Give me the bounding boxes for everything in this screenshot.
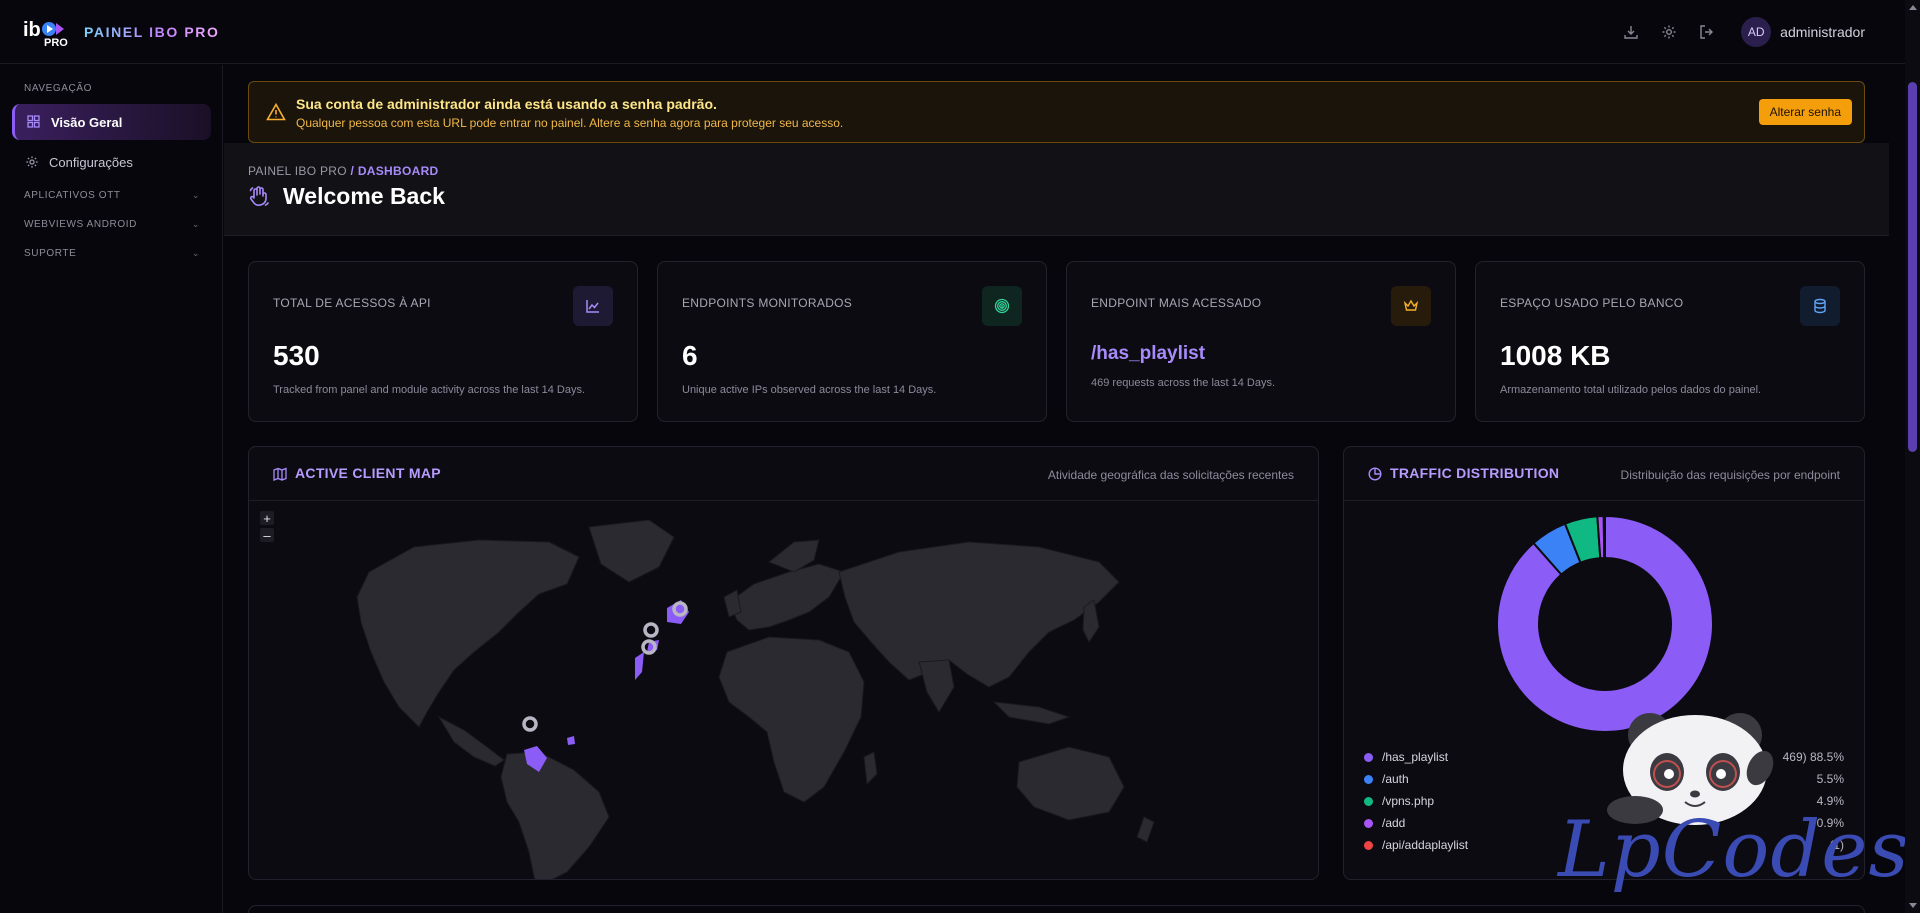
- traffic-donut-chart[interactable]: [1485, 504, 1725, 744]
- watermark-text: LpCodes: [1558, 805, 1910, 895]
- stat-label: ESPAÇO USADO PELO BANCO: [1500, 296, 1684, 310]
- database-icon: [1800, 286, 1840, 326]
- sidebar-item-overview[interactable]: Visão Geral: [12, 104, 211, 140]
- chevron-down-icon: ⌄: [191, 219, 200, 229]
- avatar[interactable]: AD: [1741, 17, 1772, 47]
- legend-swatch: [1364, 774, 1373, 784]
- logout-icon[interactable]: [1697, 22, 1717, 42]
- gear-icon: [25, 155, 39, 169]
- gear-icon[interactable]: [1659, 22, 1679, 42]
- username[interactable]: administrador: [1780, 24, 1865, 40]
- alert-message: Qualquer pessoa com esta URL pode entrar…: [296, 116, 844, 130]
- panel-title: ACTIVE CLIENT MAP: [295, 465, 441, 481]
- legend-label: /vpns.php: [1382, 794, 1435, 808]
- legend-label: /api/addaplaylist: [1382, 838, 1469, 852]
- welcome-header: PAINEL IBO PRO / DASHBOARD Welcome Back: [224, 143, 1889, 236]
- legend-label: /auth: [1382, 772, 1409, 786]
- legend-swatch: [1364, 796, 1373, 806]
- panel-subtitle: Distribuição das requisições por endpoin…: [1620, 468, 1840, 482]
- legend-swatch: [1364, 840, 1373, 850]
- stat-card-api-access: TOTAL DE ACESSOS À API 530 Tracked from …: [248, 261, 638, 422]
- sidebar-heading: NAVEGAÇÃO: [24, 83, 93, 94]
- stat-label: TOTAL DE ACESSOS À API: [273, 296, 431, 310]
- panel-title: TRAFFIC DISTRIBUTION: [1390, 465, 1560, 481]
- top-bar: ib PRO PAINEL IBO PRO AD administrador: [0, 0, 1905, 64]
- app-logo[interactable]: ib PRO: [22, 14, 72, 48]
- sidebar-group-webviews[interactable]: WEBVIEWS ANDROID ⌄: [24, 219, 200, 230]
- sidebar-item-label: Configurações: [49, 154, 133, 170]
- brand-name: PAINEL IBO PRO: [84, 24, 220, 40]
- waving-hand-icon: [249, 186, 269, 206]
- panel-header: ACTIVE CLIENT MAP Atividade geográfica d…: [249, 447, 1318, 501]
- sidebar: NAVEGAÇÃO Visão Geral Configurações APLI…: [0, 65, 223, 913]
- change-password-button[interactable]: Alterar senha: [1758, 99, 1852, 125]
- grid-icon: [27, 115, 41, 129]
- alert-title: Sua conta de administrador ainda está us…: [296, 96, 717, 112]
- chevron-down-icon: ⌄: [191, 248, 200, 258]
- scroll-up-arrow-icon[interactable]: [1909, 5, 1917, 10]
- stat-note: Unique active IPs observed across the la…: [682, 384, 937, 396]
- page-scrollbar[interactable]: [1905, 0, 1920, 913]
- legend-label: /add: [1382, 816, 1406, 830]
- sidebar-group-label: WEBVIEWS ANDROID: [24, 219, 137, 230]
- breadcrumb-root[interactable]: PAINEL IBO PRO: [248, 164, 347, 178]
- default-password-alert: Sua conta de administrador ainda está us…: [248, 81, 1865, 143]
- trend-icon: [573, 286, 613, 326]
- sidebar-item-label: Visão Geral: [51, 114, 123, 130]
- legend-label: /has_playlist: [1382, 750, 1449, 764]
- stat-value: 1008 KB: [1500, 340, 1611, 371]
- stat-label: ENDPOINT MAIS ACESSADO: [1091, 296, 1262, 310]
- svg-text:PRO: PRO: [44, 37, 68, 48]
- stat-value: 530: [273, 340, 320, 371]
- stat-card-top-endpoint: ENDPOINT MAIS ACESSADO /has_playlist 469…: [1066, 261, 1456, 422]
- stat-label: ENDPOINTS MONITORADOS: [682, 296, 853, 310]
- active-client-map-panel: ACTIVE CLIENT MAP Atividade geográfica d…: [248, 446, 1319, 880]
- svg-text:ib: ib: [23, 19, 41, 41]
- stat-value: 6: [682, 340, 698, 371]
- stat-card-db-space: ESPAÇO USADO PELO BANCO 1008 KB Armazena…: [1475, 261, 1865, 422]
- fingerprint-icon: [982, 286, 1022, 326]
- panel-header: TRAFFIC DISTRIBUTION Distribuição das re…: [1344, 447, 1864, 501]
- panel-subtitle: Atividade geográfica das solicitações re…: [1047, 468, 1294, 482]
- sidebar-group-label: SUPORTE: [24, 248, 77, 259]
- sidebar-group-ott[interactable]: APLICATIVOS OTT ⌄: [24, 190, 200, 201]
- stat-value[interactable]: /has_playlist: [1091, 343, 1205, 365]
- donut-slice-api-addaplaylist[interactable]: [1602, 514, 1606, 560]
- legend-swatch: [1364, 818, 1373, 828]
- sidebar-group-support[interactable]: SUPORTE ⌄: [24, 248, 200, 259]
- map-icon: [273, 467, 287, 481]
- crown-icon: [1391, 286, 1431, 326]
- stat-note: Armazenamento total utilizado pelos dado…: [1500, 384, 1762, 396]
- scrollbar-thumb[interactable]: [1908, 82, 1917, 452]
- warning-icon: [266, 103, 286, 121]
- sidebar-item-settings[interactable]: Configurações: [12, 144, 211, 180]
- legend-swatch: [1364, 752, 1373, 762]
- download-icon[interactable]: [1621, 22, 1641, 42]
- chevron-down-icon: ⌄: [191, 190, 200, 200]
- pie-chart-icon: [1368, 467, 1382, 481]
- breadcrumb-current: / DASHBOARD: [350, 164, 439, 178]
- stat-note: 469 requests across the last 14 Days.: [1091, 377, 1276, 389]
- scroll-down-arrow-icon[interactable]: [1909, 903, 1917, 908]
- stat-note: Tracked from panel and module activity a…: [273, 384, 586, 396]
- sidebar-group-label: APLICATIVOS OTT: [24, 190, 121, 201]
- page-title: Welcome Back: [283, 183, 445, 209]
- stat-card-endpoints: ENDPOINTS MONITORADOS 6 Unique active IP…: [657, 261, 1047, 422]
- world-map[interactable]: [249, 502, 1319, 880]
- breadcrumb: PAINEL IBO PRO / DASHBOARD: [248, 164, 439, 178]
